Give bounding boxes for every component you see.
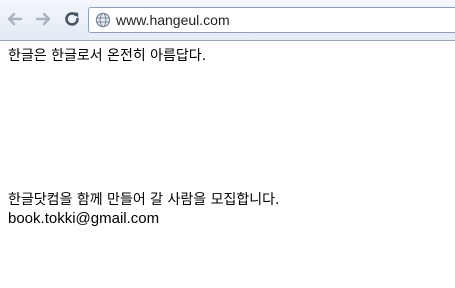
page-content: 한글은 한글로서 온전히 아름답다. 한글닷컴을 함께 만들어 갈 사람을 모집… [0, 41, 455, 288]
address-bar-url[interactable]: www.hangeul.com [116, 12, 230, 28]
forward-arrow-icon [35, 12, 51, 26]
forward-button[interactable] [33, 9, 53, 29]
globe-icon [95, 12, 111, 28]
browser-toolbar: www.hangeul.com [0, 0, 455, 41]
contact-email: book.tokki@gmail.com [8, 210, 160, 227]
reload-button[interactable] [62, 9, 82, 29]
back-arrow-icon [7, 12, 23, 26]
reload-icon [65, 12, 79, 26]
recruit-text: 한글닷컴을 함께 만들어 갈 사람을 모집합니다. [8, 192, 280, 208]
intro-text: 한글은 한글로서 온전히 아름답다. [8, 48, 207, 64]
address-bar[interactable]: www.hangeul.com [88, 7, 455, 33]
back-button[interactable] [5, 9, 25, 29]
